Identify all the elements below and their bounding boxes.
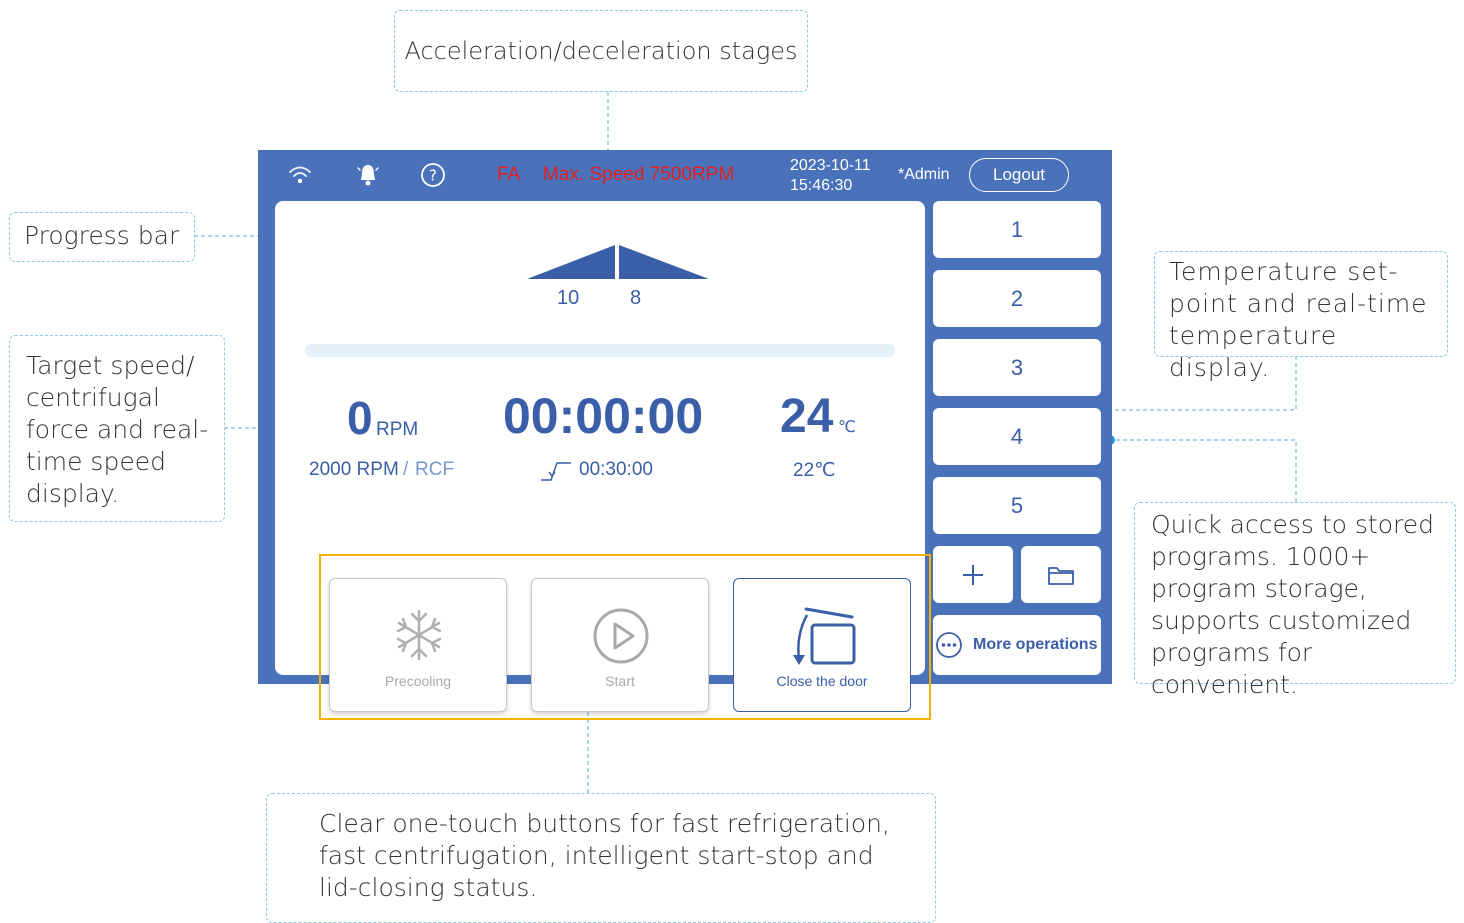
callout-temperature: Temperature set-point and real-time temp…: [1154, 251, 1448, 382]
temperature-current: 24: [780, 390, 834, 443]
callout-one-touch-buttons: Clear one-touch buttons for fast refrige…: [266, 793, 936, 923]
add-program-button[interactable]: [933, 546, 1013, 603]
date-display: 2023-10-11: [790, 157, 871, 174]
start-button[interactable]: Start: [531, 578, 709, 712]
target-speed[interactable]: 2000 RPM: [309, 459, 399, 481]
action-buttons-group: Precooling Start Close the door: [319, 554, 931, 720]
wifi-icon[interactable]: [288, 164, 312, 186]
timer-set[interactable]: 00:30:00: [579, 459, 653, 481]
run-status-card: 10 8 0 RPM 00:00:00 24 ℃ 2000 RPM / RCF …: [275, 201, 931, 720]
close-door-label: Close the door: [776, 673, 868, 689]
folder-icon: [1048, 566, 1074, 585]
deceleration-stage-value: 8: [630, 287, 642, 309]
rcf-mode-toggle[interactable]: RCF: [415, 459, 454, 481]
accel-decel-triangle: [527, 245, 709, 279]
speed-separator: /: [403, 459, 409, 480]
status-bar: ? FA Max. Speed 7500RPM 2023-10-11 15:46…: [258, 150, 1112, 200]
plus-icon: [963, 564, 983, 585]
rotor-code: FA: [497, 164, 521, 185]
callout-progress-bar: Progress bar: [9, 212, 195, 262]
program-button-4[interactable]: 4: [933, 408, 1101, 465]
user-label: *Admin: [898, 166, 950, 183]
timer-elapsed: 00:00:00: [503, 388, 704, 444]
callout-accel-stages: Acceleration/deceleration stages: [394, 10, 808, 92]
time-display: 15:46:30: [790, 177, 853, 194]
callout-speed-display: Target speed/ centrifugal force and real…: [9, 335, 225, 522]
close-door-button[interactable]: Close the door: [733, 578, 911, 712]
svg-text:?: ?: [429, 167, 437, 185]
max-speed-warning: Max. Speed 7500RPM: [543, 164, 735, 185]
snowflake-icon: [396, 609, 442, 661]
program-button-2[interactable]: 2: [933, 270, 1101, 327]
timer-mode-icon: [541, 462, 571, 481]
play-icon: [593, 608, 649, 664]
device-screen: ? FA Max. Speed 7500RPM 2023-10-11 15:46…: [258, 150, 1112, 720]
program-button-5[interactable]: 5: [933, 477, 1101, 534]
precooling-label: Precooling: [384, 673, 452, 689]
more-operations-button[interactable]: More operations: [933, 615, 1101, 675]
precooling-button[interactable]: Precooling: [329, 578, 507, 712]
more-operations-label: More operations: [973, 636, 1098, 653]
temperature-set[interactable]: 22℃: [793, 459, 835, 482]
program-folder-button[interactable]: [1021, 546, 1101, 603]
start-label: Start: [605, 673, 635, 689]
speed-value: 0: [347, 392, 373, 444]
more-icon: [936, 632, 962, 658]
program-button-1[interactable]: 1: [933, 201, 1101, 258]
temperature-unit: ℃: [838, 419, 856, 436]
program-button-3[interactable]: 3: [933, 339, 1101, 396]
progress-bar: [305, 344, 895, 357]
bell-icon[interactable]: [356, 162, 380, 188]
help-icon[interactable]: ?: [420, 162, 446, 188]
logout-button[interactable]: Logout: [969, 158, 1069, 192]
speed-unit: RPM: [376, 419, 419, 440]
door-icon: [793, 607, 856, 665]
callout-programs: Quick access to stored programs. 1000+ p…: [1134, 502, 1456, 699]
acceleration-stage-value: 10: [557, 287, 580, 309]
